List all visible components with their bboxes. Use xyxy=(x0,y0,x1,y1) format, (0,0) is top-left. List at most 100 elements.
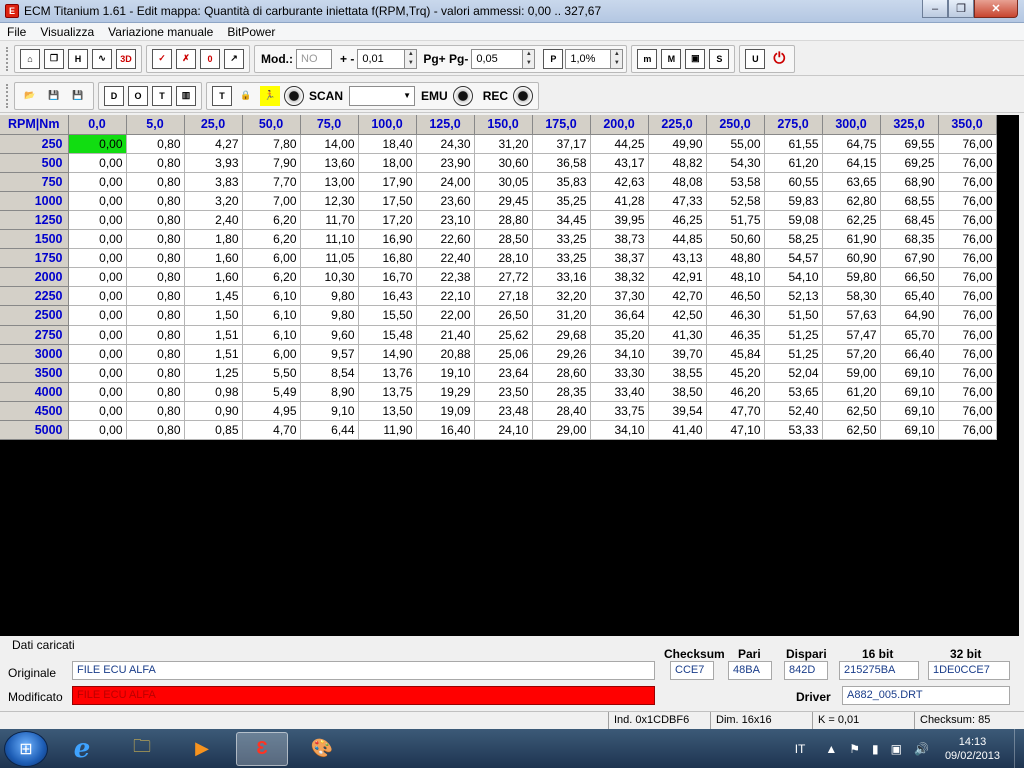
map-cell[interactable]: 69,10 xyxy=(880,382,939,402)
map-cell[interactable]: 0,80 xyxy=(126,229,185,250)
map-cell[interactable]: 13,00 xyxy=(300,172,359,192)
map-cell[interactable]: 34,45 xyxy=(532,210,591,231)
percent-spinner[interactable]: ▲ ▼ xyxy=(611,48,624,69)
map-cell[interactable]: 41,40 xyxy=(648,420,707,441)
t-icon[interactable]: T xyxy=(152,85,172,106)
map-cell[interactable]: 39,70 xyxy=(648,344,707,364)
map-cell[interactable]: 23,10 xyxy=(416,210,475,231)
map-cell[interactable]: 76,00 xyxy=(938,325,997,345)
map-cell[interactable]: 0,80 xyxy=(126,325,185,345)
map-column-header[interactable]: 225,0 xyxy=(648,115,707,135)
map-cell[interactable]: 54,57 xyxy=(764,248,823,269)
o-icon[interactable]: O xyxy=(128,85,148,106)
map-cell[interactable]: 62,50 xyxy=(822,401,881,422)
map-cell[interactable]: 9,57 xyxy=(300,344,359,364)
map-cell[interactable]: 1,45 xyxy=(184,286,243,307)
map-cell[interactable]: 44,85 xyxy=(648,229,707,250)
map-cell[interactable]: 61,20 xyxy=(822,382,881,402)
map-cell[interactable]: 6,00 xyxy=(242,344,301,364)
map-cell[interactable]: 16,43 xyxy=(358,286,417,307)
map-cell[interactable]: 9,10 xyxy=(300,401,359,422)
map-cell[interactable]: 69,25 xyxy=(880,153,939,173)
map-cell[interactable]: 9,60 xyxy=(300,325,359,345)
pg-input[interactable]: 0,05 xyxy=(471,48,524,69)
map-cell[interactable]: 51,50 xyxy=(764,305,823,326)
map-cell[interactable]: 0,00 xyxy=(68,134,127,154)
ecm-titanium-taskbar-icon[interactable]: Ɛ xyxy=(236,731,288,766)
map-cell[interactable]: 69,10 xyxy=(880,363,939,383)
map-cell[interactable]: 2,40 xyxy=(184,210,243,231)
map-cell[interactable]: 52,04 xyxy=(764,363,823,383)
map-cell[interactable]: 29,26 xyxy=(532,344,591,364)
map-cell[interactable]: 5,49 xyxy=(242,382,301,402)
map-column-header[interactable]: 150,0 xyxy=(474,115,533,135)
map-cell[interactable]: 76,00 xyxy=(938,153,997,173)
map-cell[interactable]: 44,25 xyxy=(590,134,649,154)
map-cell[interactable]: 76,00 xyxy=(938,172,997,192)
map-cell[interactable]: 46,50 xyxy=(706,286,765,307)
map-cell[interactable]: 7,00 xyxy=(242,191,301,211)
map-cell[interactable]: 0,00 xyxy=(68,363,127,383)
map-column-header[interactable]: 250,0 xyxy=(706,115,765,135)
map-cell[interactable]: 51,25 xyxy=(764,325,823,345)
map-cell[interactable]: 19,10 xyxy=(416,363,475,383)
map-cell[interactable]: 30,60 xyxy=(474,153,533,173)
map-cell[interactable]: 60,90 xyxy=(822,248,881,269)
map-column-header[interactable]: 100,0 xyxy=(358,115,417,135)
map-cell[interactable]: 69,55 xyxy=(880,134,939,154)
map-cell[interactable]: 66,40 xyxy=(880,344,939,364)
map-cell[interactable]: 6,20 xyxy=(242,229,301,250)
m-large-icon[interactable]: M xyxy=(661,48,682,69)
map-cell[interactable]: 0,98 xyxy=(184,382,243,402)
map-cell[interactable]: 42,50 xyxy=(648,305,707,326)
map-column-header[interactable]: 300,0 xyxy=(822,115,881,135)
map-cell[interactable]: 62,50 xyxy=(822,420,881,441)
map-cell[interactable]: 37,17 xyxy=(532,134,591,154)
map-cell[interactable]: 59,08 xyxy=(764,210,823,231)
map-cell[interactable]: 55,00 xyxy=(706,134,765,154)
map-cell[interactable]: 6,44 xyxy=(300,420,359,441)
map-cell[interactable]: 36,58 xyxy=(532,153,591,173)
map-column-header[interactable]: 0,0 xyxy=(68,115,127,135)
map-cell[interactable]: 41,28 xyxy=(590,191,649,211)
map-cell[interactable]: 0,00 xyxy=(68,305,127,326)
map-cell[interactable]: 68,45 xyxy=(880,210,939,231)
close-button[interactable]: ✕ xyxy=(974,0,1018,18)
lock-icon[interactable]: 🔒 xyxy=(236,86,256,106)
dispari-field[interactable]: 842D xyxy=(784,661,828,680)
map-cell[interactable]: 11,90 xyxy=(358,420,417,441)
home-icon[interactable]: ⌂ xyxy=(20,48,40,69)
map-cell[interactable]: 65,70 xyxy=(880,325,939,345)
d-icon[interactable]: D xyxy=(104,85,124,106)
map-row-header[interactable]: 4000 xyxy=(0,382,69,402)
map-cell[interactable]: 0,80 xyxy=(126,420,185,441)
map-cell[interactable]: 0,00 xyxy=(68,382,127,402)
toolbar-grip-2[interactable] xyxy=(6,83,10,108)
menu-variazione-manuale[interactable]: Variazione manuale xyxy=(101,25,220,39)
map-cell[interactable]: 34,10 xyxy=(590,344,649,364)
map-cell[interactable]: 1,25 xyxy=(184,363,243,383)
plusminus-spinner[interactable]: ▲ ▼ xyxy=(405,48,418,69)
map-cell[interactable]: 38,32 xyxy=(590,267,649,288)
map-cell[interactable]: 29,00 xyxy=(532,420,591,441)
power-icon[interactable]: ⏻ xyxy=(769,49,789,69)
map-cell[interactable]: 14,00 xyxy=(300,134,359,154)
map-cell[interactable]: 9,80 xyxy=(300,286,359,307)
map-cell[interactable]: 4,27 xyxy=(184,134,243,154)
paint-icon[interactable]: 🎨 xyxy=(296,732,348,766)
map-cell[interactable]: 13,50 xyxy=(358,401,417,422)
map-cell[interactable]: 64,90 xyxy=(880,305,939,326)
map-cell[interactable]: 36,64 xyxy=(590,305,649,326)
menu-file[interactable]: File xyxy=(0,25,33,39)
map-cell[interactable]: 59,00 xyxy=(822,363,881,383)
map-cell[interactable]: 54,10 xyxy=(764,267,823,288)
map-cell[interactable]: 53,33 xyxy=(764,420,823,441)
map-cell[interactable]: 42,63 xyxy=(590,172,649,192)
map-cell[interactable]: 31,20 xyxy=(474,134,533,154)
map-cell[interactable]: 15,48 xyxy=(358,325,417,345)
map-cell[interactable]: 37,30 xyxy=(590,286,649,307)
map-column-header[interactable]: 175,0 xyxy=(532,115,591,135)
map-cell[interactable]: 35,83 xyxy=(532,172,591,192)
minimize-button[interactable]: – xyxy=(922,0,948,18)
map-cell[interactable]: 3,20 xyxy=(184,191,243,211)
